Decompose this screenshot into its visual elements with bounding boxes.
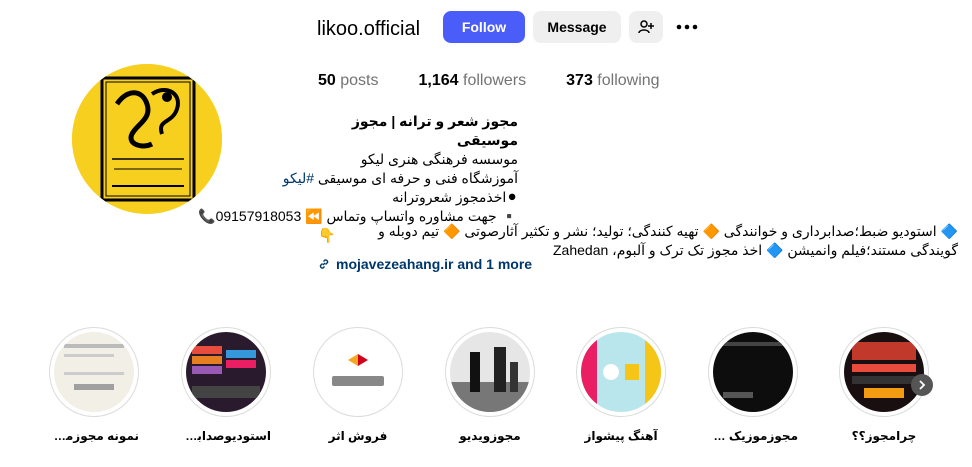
posts-stat: 50 posts [318, 72, 379, 90]
highlight-ring[interactable] [181, 327, 271, 417]
bio-line-3: ⚫اخذمجوز شعروترانه [392, 189, 518, 205]
follow-button[interactable]: Follow [443, 11, 525, 43]
profile-link-text[interactable]: mojavezeahang.ir and 1 more [336, 256, 532, 272]
highlight-ring[interactable] [49, 327, 139, 417]
bio-line-2: آموزشگاه فنی و حرفه ای موسیقی #لیکو [258, 169, 518, 188]
posts-count: 50 [318, 72, 336, 89]
highlight-item[interactable]: فروش اثر [313, 327, 403, 443]
highlight-item[interactable]: آهنگ پیشواز [576, 327, 666, 443]
suggest-user-button[interactable] [629, 11, 663, 43]
followers-stat[interactable]: 1,164 followers [419, 72, 527, 90]
highlight-item[interactable]: مجوزویدیو [445, 327, 535, 443]
bio-hashtag[interactable]: #لیکو [283, 170, 314, 186]
highlight-cover [54, 332, 134, 412]
highlight-ring[interactable] [839, 327, 929, 417]
highlight-ring[interactable] [708, 327, 798, 417]
link-icon [319, 259, 329, 269]
bio-name: مجوز شعر و ترانه | مجوز موسیقی [351, 113, 518, 148]
logo-image [72, 64, 222, 214]
highlight-cover [186, 332, 266, 412]
highlight-ring[interactable] [445, 327, 535, 417]
profile-stats: 50 posts 1,164 followers 373 following [318, 72, 660, 90]
add-user-icon [638, 20, 654, 34]
profile-avatar[interactable] [72, 64, 222, 214]
highlight-label: استودیوصدابرد... [181, 429, 271, 443]
more-horizontal-icon [676, 24, 698, 30]
highlight-cover [844, 332, 924, 412]
highlight-label: مجوزویدیو [459, 429, 521, 443]
following-label: following [597, 72, 660, 89]
following-count: 373 [566, 72, 593, 89]
highlight-item[interactable]: نمونه مجوزمو... [49, 327, 139, 443]
profile-link[interactable]: mojavezeahang.ir and 1 more [318, 256, 532, 272]
followers-label: followers [463, 72, 527, 89]
highlight-label: مجوزموزیک وی... [708, 429, 798, 443]
chevron-right-icon [919, 380, 926, 390]
highlight-label: آهنگ پیشواز [584, 429, 658, 443]
highlight-label: نمونه مجوزمو... [49, 429, 139, 443]
highlight-label: فروش اثر [328, 429, 388, 443]
highlight-ring[interactable] [576, 327, 666, 417]
highlights-next-button[interactable] [911, 374, 933, 396]
posts-label: posts [340, 72, 379, 89]
profile-username: likoo.official [317, 18, 421, 40]
story-highlights: چرامجوز؟؟ مجوزموزیک وی... [0, 327, 972, 457]
following-stat[interactable]: 373 following [566, 72, 659, 90]
highlight-ring[interactable] [313, 327, 403, 417]
bio-line-2-text: آموزشگاه فنی و حرفه ای موسیقی [314, 170, 518, 186]
message-button[interactable]: Message [533, 11, 621, 43]
bio-line-1: موسسه فرهنگی هنری لیکو [360, 151, 518, 167]
followers-count: 1,164 [418, 72, 459, 89]
bio-line-6: 🔷 استودیو ضبط؛صدابرداری و خوانندگی 🔶 تهی… [378, 223, 958, 239]
highlight-cover [450, 332, 530, 412]
bio-services: 🔷 استودیو ضبط؛صدابرداری و خوانندگی 🔶 تهی… [318, 222, 958, 260]
highlight-cover [318, 332, 398, 412]
highlight-label: چرامجوز؟؟ [851, 429, 917, 443]
highlight-cover [581, 332, 661, 412]
highlight-item[interactable]: استودیوصدابرد... [181, 327, 271, 443]
highlight-cover [713, 332, 793, 412]
more-options-button[interactable] [672, 11, 702, 43]
highlight-item[interactable]: مجوزموزیک وی... [708, 327, 798, 443]
